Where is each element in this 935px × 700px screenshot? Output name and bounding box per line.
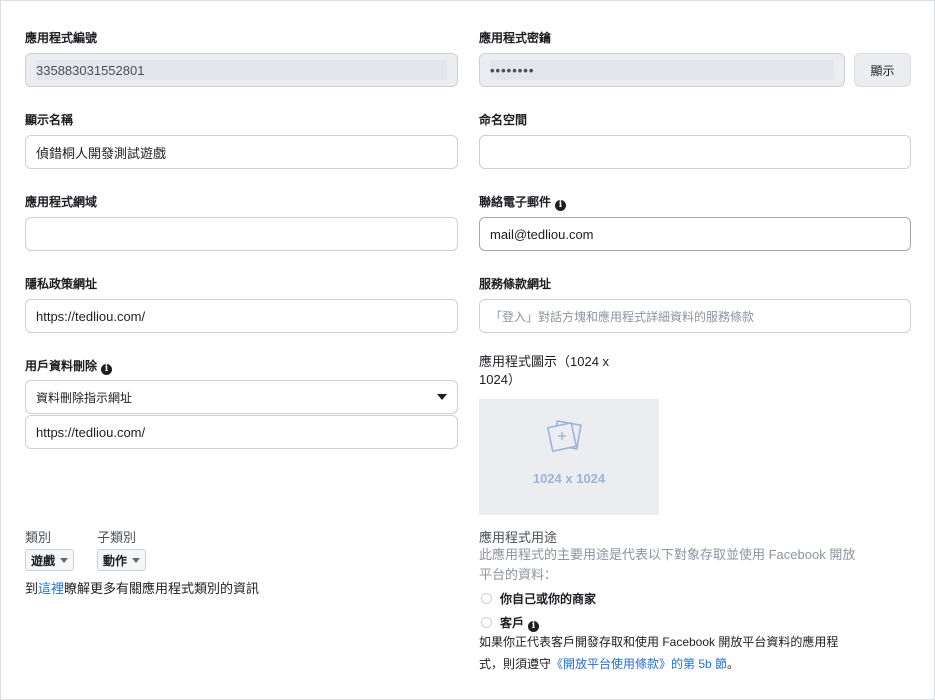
app-purpose-desc-line2: 平台的資料： [479, 567, 558, 582]
app-purpose-note-line1: 如果你正代表客戶開發存取和使用 Facebook 開放平台資料的應用程 [479, 635, 839, 649]
privacy-url-label: 隱私政策網址 [25, 277, 98, 291]
category-help-prefix: 到 [25, 581, 39, 596]
subcategory-dropdown[interactable]: 動作 [97, 549, 147, 571]
subcategory-dropdown-value: 動作 [103, 553, 128, 568]
subcategory-label: 子類別 [97, 530, 137, 545]
data-deletion-select-value: 資料刪除指示網址 [36, 390, 133, 405]
contact-email-input[interactable]: mail@tedliou.com [479, 217, 911, 251]
category-help-link[interactable]: 這裡 [38, 581, 64, 596]
data-deletion-label: 用戶資料刪除 [25, 359, 98, 373]
namespace-input[interactable] [479, 135, 911, 169]
platform-terms-link[interactable]: 《開放平台使用條款》的第 5b 節 [551, 657, 727, 671]
purpose-option-self-label: 你自己或你的商家 [500, 592, 597, 606]
app-id-label: 應用程式編號 [25, 31, 98, 45]
purpose-option-clients[interactable]: 客戶 i [481, 614, 540, 632]
info-icon[interactable]: i [555, 200, 567, 211]
display-name-label: 顯示名稱 [25, 113, 74, 127]
info-icon[interactable]: i [101, 364, 113, 375]
chevron-down-icon [60, 557, 69, 563]
chevron-down-icon [437, 394, 447, 400]
contact-email-label-row: 聯絡電子郵件 i [479, 195, 567, 211]
app-secret-label: 應用程式密鑰 [479, 31, 552, 45]
app-id-field[interactable]: 335883031552801 [25, 53, 458, 87]
privacy-url-input[interactable]: https://tedliou.com/ [25, 299, 458, 333]
app-domain-input[interactable] [25, 217, 458, 251]
category-label: 類別 [25, 530, 52, 545]
radio-clients[interactable] [481, 617, 492, 628]
category-dropdown-value: 遊戲 [31, 553, 56, 568]
app-icon-size-text: 1024 x 1024 [532, 471, 606, 486]
category-help-text: 到這裡瞭解更多有關應用程式類別的資訊 [25, 578, 259, 597]
app-secret-field[interactable]: •••••••• [479, 53, 845, 87]
app-icon-label-line1: 應用程式圖示（1024 x [479, 354, 610, 369]
app-purpose-note-prefix: 式，則須遵守 [479, 657, 552, 671]
tos-url-label: 服務條款網址 [479, 277, 552, 291]
image-placeholder-icon [546, 420, 582, 453]
app-basic-settings-panel: 應用程式編號 335883031552801 應用程式密鑰 •••••••• 顯… [0, 0, 935, 700]
app-domain-label: 應用程式網域 [25, 195, 98, 209]
app-purpose-description: 此應用程式的主要用途是代表以下對象存取並使用 Facebook 開放 平台的資料… [479, 545, 919, 585]
data-deletion-select[interactable]: 資料刪除指示網址 [25, 380, 458, 414]
data-deletion-url-input[interactable]: https://tedliou.com/ [25, 415, 458, 449]
app-id-value: 335883031552801 [36, 62, 145, 78]
tos-url-input[interactable]: 「登入」對話方塊和應用程式詳細資料的服務條款 [479, 299, 911, 333]
category-dropdown[interactable]: 遊戲 [25, 549, 75, 571]
app-icon-label: 應用程式圖示（1024 x 1024） [479, 353, 609, 389]
app-icon-upload[interactable]: 1024 x 1024 [479, 399, 659, 515]
namespace-label: 命名空間 [479, 113, 528, 127]
radio-self[interactable] [481, 593, 492, 604]
tos-url-placeholder: 「登入」對話方塊和應用程式詳細資料的服務條款 [490, 309, 755, 324]
app-purpose-note: 如果你正代表客戶開發存取和使用 Facebook 開放平台資料的應用程 式，則須… [479, 631, 919, 675]
data-deletion-label-row: 用戶資料刪除 i [25, 359, 113, 375]
chevron-down-icon [132, 557, 141, 563]
app-secret-value: •••••••• [490, 62, 535, 78]
show-secret-button[interactable]: 顯示 [854, 53, 911, 87]
app-purpose-desc-line1: 此應用程式的主要用途是代表以下對象存取並使用 Facebook 開放 [479, 547, 856, 562]
contact-email-label: 聯絡電子郵件 [479, 195, 552, 209]
purpose-option-self[interactable]: 你自己或你的商家 [481, 590, 596, 607]
purpose-option-clients-label: 客戶 [500, 616, 525, 630]
app-purpose-note-suffix: 。 [727, 657, 740, 671]
app-purpose-label: 應用程式用途 [479, 530, 558, 545]
category-help-suffix: 瞭解更多有關應用程式類別的資訊 [64, 581, 260, 596]
display-name-input[interactable]: 偵錯桐人開發測試遊戲 [25, 135, 458, 169]
app-icon-label-line2: 1024） [479, 372, 521, 387]
